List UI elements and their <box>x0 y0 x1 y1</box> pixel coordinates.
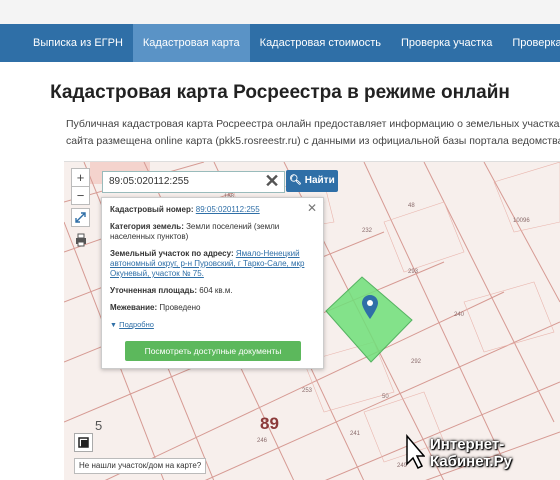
land-category-row: Категория земель: Земли поселений (земли… <box>110 222 315 242</box>
map-search-input[interactable]: 89:05:020112:255 <box>102 171 285 193</box>
parcel-label: 241 <box>350 431 361 437</box>
land-category-label: Категория земель: <box>110 222 184 231</box>
area-row: Уточненная площадь: 604 кв.м. <box>110 286 315 296</box>
watermark-line-2: Кабинет.Ру <box>430 453 512 470</box>
layers-icon <box>78 437 89 448</box>
fullscreen-button[interactable] <box>71 208 90 227</box>
page-title: Кадастровая карта Росреестра в режиме он… <box>50 82 510 103</box>
clear-search-icon[interactable]: ✕ <box>261 171 283 193</box>
cursor-icon <box>406 434 425 470</box>
not-found-link[interactable]: Не нашли участок/дом на карте? <box>74 458 207 474</box>
nav-item-parcel-check[interactable]: Проверка участка <box>391 24 502 62</box>
survey-value: Проведено <box>159 303 201 312</box>
address-label: Земельный участок по адресу: <box>110 249 234 258</box>
zoom-out-button[interactable]: − <box>71 186 90 205</box>
parcel-label: 240 <box>454 312 465 318</box>
parcel-info-popup: ✕ Кадастровый номер: 89:05:020112:255 Ка… <box>101 197 324 369</box>
nav-item-cadastral-value[interactable]: Кадастровая стоимость <box>250 24 391 62</box>
survey-label: Межевание: <box>110 303 158 312</box>
intro-text: Публичная кадастровая карта Росреестра о… <box>66 116 560 150</box>
layers-button[interactable] <box>74 433 93 452</box>
cadastral-map[interactable]: 168 232 48 10096 293 240 292 253 50 241 … <box>64 161 560 480</box>
top-gap <box>0 0 560 24</box>
search-icon: 🔍︎ <box>289 175 302 186</box>
nav-item-apartment-check[interactable]: Проверка квартиры <box>502 24 560 62</box>
watermark-line-1: Интернет- <box>430 436 505 453</box>
main-nav: Выписка из ЕГРН Кадастровая карта Кадаст… <box>0 24 560 62</box>
find-button[interactable]: 🔍︎ Найти <box>286 170 338 192</box>
zoom-in-button[interactable]: + <box>71 168 90 187</box>
chevron-down-icon: ▼ <box>110 322 117 329</box>
parcel-label: 232 <box>362 228 373 234</box>
nav-item-egrn[interactable]: Выписка из ЕГРН <box>0 24 133 62</box>
quarter-label: 5 <box>95 418 103 433</box>
find-button-label: Найти <box>304 175 335 186</box>
close-icon[interactable]: ✕ <box>307 201 317 215</box>
watermark-text: Интернет- Кабинет.Ру <box>430 436 512 470</box>
cadastral-number-row: Кадастровый номер: 89:05:020112:255 <box>110 205 315 215</box>
cadastral-number-label: Кадастровый номер: <box>110 205 194 214</box>
intro-line-1: Публичная кадастровая карта Росреестра о… <box>66 118 560 130</box>
parcel-label: 293 <box>408 269 419 275</box>
intro-line-2: сайта размещена online карта (pkk5.rosre… <box>66 135 560 147</box>
parcel-label: 50 <box>382 394 389 400</box>
print-button[interactable] <box>71 231 90 250</box>
parcel-label: 253 <box>302 388 313 394</box>
more-row: ▼ Подробно <box>110 320 315 331</box>
survey-row: Межевание: Проведено <box>110 303 315 313</box>
parcel-label: 10096 <box>513 218 530 224</box>
view-documents-button[interactable]: Посмотреть доступные документы <box>125 341 301 361</box>
area-label: Уточненная площадь: <box>110 286 198 295</box>
parcel-label: 48 <box>408 203 415 209</box>
quarter-label: 89 <box>260 414 279 433</box>
parcel-label: 246 <box>257 438 268 444</box>
map-pin-icon <box>362 295 378 319</box>
parcel-label: 292 <box>411 359 422 365</box>
cadastral-number-link[interactable]: 89:05:020112:255 <box>196 205 260 214</box>
expand-icon <box>75 212 86 223</box>
printer-icon <box>76 233 86 247</box>
address-row: Земельный участок по адресу: Ямало-Ненец… <box>110 249 315 279</box>
more-details-link[interactable]: Подробно <box>119 320 154 329</box>
area-value: 604 кв.м. <box>199 286 233 295</box>
nav-item-cadastral-map[interactable]: Кадастровая карта <box>132 24 250 62</box>
